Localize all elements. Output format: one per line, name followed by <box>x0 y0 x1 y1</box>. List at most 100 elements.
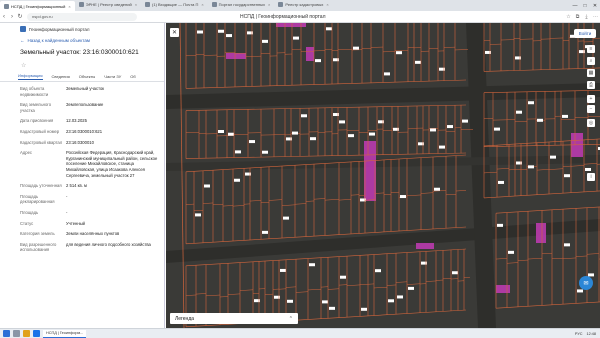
parcel-number-tag[interactable] <box>447 125 453 129</box>
reload-icon[interactable]: ↻ <box>16 13 24 20</box>
parcel-number-tag[interactable] <box>249 140 255 144</box>
parcel-number-tag[interactable] <box>369 132 375 136</box>
parcel-number-tag[interactable] <box>204 184 210 188</box>
measure-icon[interactable]: ▦ <box>587 69 595 77</box>
close-tab-icon[interactable]: × <box>135 2 137 7</box>
print-icon[interactable]: ⎙ <box>587 81 595 89</box>
close-panel-icon[interactable]: ✕ <box>170 28 179 37</box>
parcel-number-tag[interactable] <box>353 46 359 50</box>
parcel-number-tag[interactable] <box>562 114 568 118</box>
info-tab[interactable]: Информация <box>18 73 43 80</box>
parcel-number-tag[interactable] <box>564 243 570 247</box>
login-button[interactable]: Войти <box>574 29 596 38</box>
back-arrow-icon[interactable]: ‹ <box>0 14 8 20</box>
parcel-number-tag[interactable] <box>397 295 403 299</box>
search-icon[interactable] <box>13 330 20 337</box>
parcel-number-tag[interactable] <box>283 216 289 220</box>
parcel-number-tag[interactable] <box>315 59 321 63</box>
parcel-number-tag[interactable] <box>537 118 543 122</box>
back-link[interactable]: ← Назад к найденным объектам <box>0 35 164 45</box>
info-tab[interactable]: Сведения <box>52 74 70 79</box>
parcel-number-tag[interactable] <box>348 134 354 138</box>
chat-assistant-icon[interactable]: ✉ <box>579 276 593 290</box>
info-icon[interactable]: i <box>587 173 595 181</box>
parcel-number-tag[interactable] <box>516 110 522 114</box>
parcel-number-tag[interactable] <box>309 263 315 267</box>
parcel-number-tag[interactable] <box>375 269 381 273</box>
taskbar-browser-app[interactable]: НСПД | Геоинформ... <box>43 329 87 338</box>
parcel-number-tag[interactable] <box>226 34 232 38</box>
parcel-number-tag[interactable] <box>329 306 335 310</box>
parcel-number-tag[interactable] <box>293 36 299 40</box>
zoom-in-icon[interactable]: + <box>587 95 595 103</box>
parcel-number-tag[interactable] <box>234 178 240 182</box>
extensions-icon[interactable]: ⧉ <box>573 14 582 20</box>
parcel-number-tag[interactable] <box>415 60 421 64</box>
parcel-number-tag[interactable] <box>326 27 332 31</box>
parcel-number-tag[interactable] <box>287 299 293 303</box>
parcel-number-tag[interactable] <box>497 223 503 227</box>
parcel-number-tag[interactable] <box>388 299 394 303</box>
menu-icon[interactable]: ⋯ <box>591 14 600 20</box>
parcel-number-tag[interactable] <box>396 51 402 55</box>
parcel-number-tag[interactable] <box>262 230 268 234</box>
parcel-number-tag[interactable] <box>400 195 406 199</box>
parcel-number-tag[interactable] <box>301 114 307 118</box>
parcel-number-tag[interactable] <box>262 150 268 154</box>
info-tab[interactable]: Об <box>130 74 135 79</box>
parcel-number-tag[interactable] <box>408 286 414 290</box>
parcel-number-tag[interactable] <box>462 119 468 123</box>
close-tab-icon[interactable]: × <box>68 4 70 9</box>
parcel-number-tag[interactable] <box>494 127 500 131</box>
parcel-number-tag[interactable] <box>585 167 591 171</box>
parcel-number-tag[interactable] <box>439 145 445 149</box>
parcel-number-tag[interactable] <box>430 128 436 132</box>
parcel-number-tag[interactable] <box>235 150 241 154</box>
parcel-number-tag[interactable] <box>218 29 224 33</box>
close-tab-icon[interactable]: × <box>326 2 328 7</box>
download-icon[interactable]: ⤓ <box>582 14 591 20</box>
parcel-number-tag[interactable] <box>508 250 514 254</box>
browser-tab[interactable]: Портал государственных × <box>208 0 275 9</box>
parcel-number-tag[interactable] <box>280 268 286 272</box>
parcel-number-tag[interactable] <box>228 132 234 136</box>
browser-tab[interactable]: Реестр кадастровых × <box>274 0 332 9</box>
parcel-number-tag[interactable] <box>195 213 201 217</box>
folder-icon[interactable] <box>23 330 30 337</box>
parcel-number-tag[interactable] <box>310 137 316 141</box>
forward-arrow-icon[interactable]: › <box>8 14 16 20</box>
info-tab[interactable]: Объекты <box>79 74 96 79</box>
parcel-number-tag[interactable] <box>498 180 504 184</box>
maximize-button[interactable]: □ <box>580 3 590 9</box>
browser-tab[interactable]: (1) Входящие — Почта П × <box>141 0 208 9</box>
star-bookmark-icon[interactable]: ☆ <box>564 14 573 20</box>
map-view[interactable]: ✕ Войти ≡ ⌕ ▦ ⎙ + − ◎ i ✉ Легенда ⌃ <box>166 23 600 328</box>
parcel-number-tag[interactable] <box>434 187 440 191</box>
legend-bar[interactable]: Легенда ⌃ <box>170 313 298 324</box>
minimize-button[interactable]: — <box>570 3 580 9</box>
close-tab-icon[interactable]: × <box>268 2 270 7</box>
parcel-number-tag[interactable] <box>361 307 367 311</box>
parcel-number-tag[interactable] <box>528 101 534 105</box>
parcel-number-tag[interactable] <box>218 129 224 133</box>
info-tab[interactable]: Части ЗУ <box>104 74 121 79</box>
parcel-number-tag[interactable] <box>292 131 298 135</box>
close-tab-icon[interactable]: × <box>201 2 203 7</box>
favorite-star-icon[interactable]: ☆ <box>0 59 164 71</box>
browser-tab[interactable]: ЭРНЕ | Реестр сведений × <box>75 0 141 9</box>
zoom-out-icon[interactable]: − <box>587 105 595 113</box>
parcel-number-tag[interactable] <box>528 165 534 169</box>
search-map-icon[interactable]: ⌕ <box>587 57 595 65</box>
layers-icon[interactable]: ≡ <box>587 45 595 53</box>
parcel-number-tag[interactable] <box>452 271 458 275</box>
parcel-number-tag[interactable] <box>322 300 328 304</box>
parcel-number-tag[interactable] <box>577 289 583 293</box>
start-icon[interactable] <box>3 330 10 337</box>
parcel-number-tag[interactable] <box>550 155 556 159</box>
parcel-number-tag[interactable] <box>262 39 268 43</box>
browser-tab[interactable]: НСПД | Геоинформационный × <box>0 1 75 11</box>
url-field[interactable]: nspd.gov.ru <box>27 12 137 21</box>
browser-icon[interactable] <box>33 330 40 337</box>
parcel-number-tag[interactable] <box>340 275 346 279</box>
parcel-number-tag[interactable] <box>197 30 203 34</box>
